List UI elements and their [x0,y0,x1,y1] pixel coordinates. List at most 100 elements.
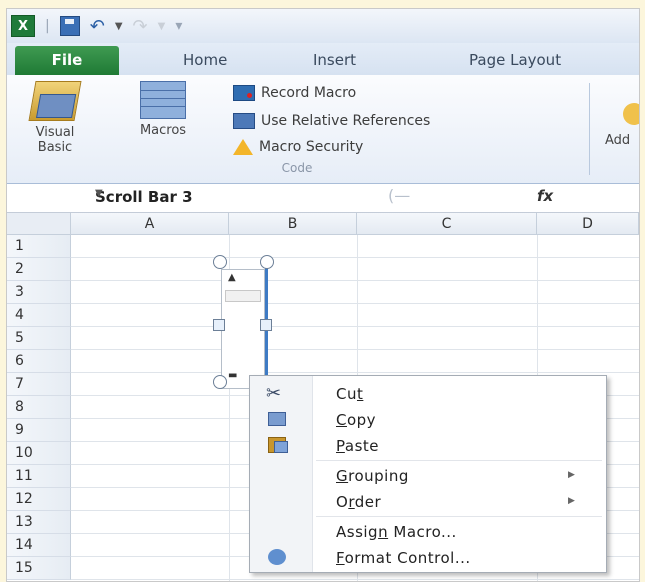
resize-handle[interactable] [260,319,272,331]
menu-separator [316,460,602,461]
macro-security-label: Macro Security [259,139,364,155]
macros-label: Macros [139,123,187,138]
resize-handle[interactable] [213,255,227,269]
tab-page-layout[interactable]: Page Layout [469,51,561,69]
context-menu-label: Format Control... [336,549,471,567]
excel-window: X | ↶ ▼ ↷ ▼ ▾ File Home Insert Page Layo… [6,8,640,582]
relative-references-button[interactable]: Use Relative References [233,113,430,129]
tab-file[interactable]: File [15,46,119,75]
warning-icon [233,139,253,155]
name-box-value: Scroll Bar 3 [95,188,193,206]
context-menu-label: Paste [336,437,379,455]
submenu-arrow-icon: ▶ [568,496,575,506]
tab-home[interactable]: Home [183,51,227,69]
row-header[interactable]: 15 [7,557,71,580]
macros-button[interactable]: Macros [125,81,201,138]
context-menu: ✂ Cut Copy Paste Grouping ▶ Order ▶ Assign Macro… [249,375,607,573]
paste-icon [268,437,288,453]
scroll-bar-control[interactable]: ▲ ▬ [221,269,265,389]
scroll-thumb[interactable] [225,290,261,302]
resize-handle[interactable] [260,255,274,269]
code-group-label: Code [281,161,313,175]
context-menu-item-copy[interactable]: Copy [250,406,606,432]
formula-bar: Scroll Bar 3 ▼ (— fx [7,184,639,213]
row-header[interactable]: 11 [7,465,71,488]
macro-security-button[interactable]: Macro Security [233,139,363,155]
row-header[interactable]: 12 [7,488,71,511]
row-header[interactable]: 7 [7,373,71,396]
relative-references-icon [233,113,255,129]
column-header-a[interactable]: A [71,213,229,235]
context-menu-label: Grouping [336,467,409,485]
add-ins-label[interactable]: Add [605,133,630,148]
scroll-up-arrow-icon[interactable]: ▲ [228,272,236,283]
context-menu-item-cut[interactable]: ✂ Cut [250,380,606,406]
gridline [71,579,639,580]
group-divider [589,83,590,175]
redo-dropdown-icon[interactable]: ▼ [158,21,166,32]
redo-icon[interactable]: ↷ [133,16,148,37]
menu-separator [316,516,602,517]
add-ins-icon[interactable] [623,103,639,125]
quick-access-toolbar: X | ↶ ▼ ↷ ▼ ▾ [7,9,639,43]
gridline [71,303,639,304]
row-header[interactable]: 3 [7,281,71,304]
gridline [71,349,639,350]
qat-separator: | [45,18,50,34]
row-header[interactable]: 13 [7,511,71,534]
context-menu-label: Copy [336,411,377,429]
resize-handle[interactable] [213,375,227,389]
gridline [71,372,639,373]
qat-customize-icon[interactable]: ▾ [175,18,182,34]
context-menu-label: Order [336,493,382,511]
row-header[interactable]: 5 [7,327,71,350]
excel-logo-icon[interactable]: X [11,15,35,37]
visual-basic-label: Visual Basic [35,125,75,155]
context-menu-item-grouping[interactable]: Grouping ▶ [250,462,606,488]
gridline [71,326,639,327]
undo-icon[interactable]: ↶ [90,16,105,37]
context-menu-item-order[interactable]: Order ▶ [250,488,606,514]
format-icon [268,549,286,565]
gridline [71,280,639,281]
name-box[interactable]: Scroll Bar 3 ▼ [7,186,377,208]
undo-dropdown-icon[interactable]: ▼ [115,21,123,32]
context-menu-item-paste[interactable]: Paste [250,432,606,458]
column-header-b[interactable]: B [229,213,357,235]
relative-references-label: Use Relative References [261,113,431,129]
row-header[interactable]: 8 [7,396,71,419]
ribbon-developer: Visual Basic Macros Record Macro Use Rel… [7,75,639,184]
record-macro-button[interactable]: Record Macro [233,85,356,101]
row-header[interactable]: 14 [7,534,71,557]
submenu-arrow-icon: ▶ [568,470,575,480]
row-header[interactable]: 1 [7,235,71,258]
row-header[interactable]: 9 [7,419,71,442]
copy-icon [268,412,286,426]
formula-bar-divider: (— [388,186,411,205]
row-header[interactable]: 6 [7,350,71,373]
gridline [71,257,639,258]
macros-icon [140,81,186,119]
save-icon[interactable] [59,16,80,36]
row-header[interactable]: 2 [7,258,71,281]
visual-basic-button[interactable]: Visual Basic [17,81,93,155]
name-box-dropdown-icon[interactable]: ▼ [95,188,103,199]
row-header[interactable]: 4 [7,304,71,327]
context-menu-item-assign-macro[interactable]: Assign Macro... [250,518,606,544]
row-header[interactable]: 10 [7,442,71,465]
record-macro-icon [233,85,255,101]
ribbon-tabs: File Home Insert Page Layout [7,43,639,76]
cut-icon: ✂ [266,383,282,404]
column-header-c[interactable]: C [357,213,537,235]
record-macro-label: Record Macro [261,85,357,101]
context-menu-label: Assign Macro... [336,523,457,541]
column-header-d[interactable]: D [537,213,639,235]
select-all-corner[interactable] [7,213,71,235]
tab-insert[interactable]: Insert [313,51,356,69]
visual-basic-icon [28,81,82,121]
insert-function-icon[interactable]: fx [537,187,553,205]
context-menu-item-format-control[interactable]: Format Control... [250,544,606,570]
scroll-down-arrow-icon[interactable]: ▬ [228,370,237,381]
context-menu-label: Cut [336,385,364,403]
resize-handle[interactable] [213,319,225,331]
